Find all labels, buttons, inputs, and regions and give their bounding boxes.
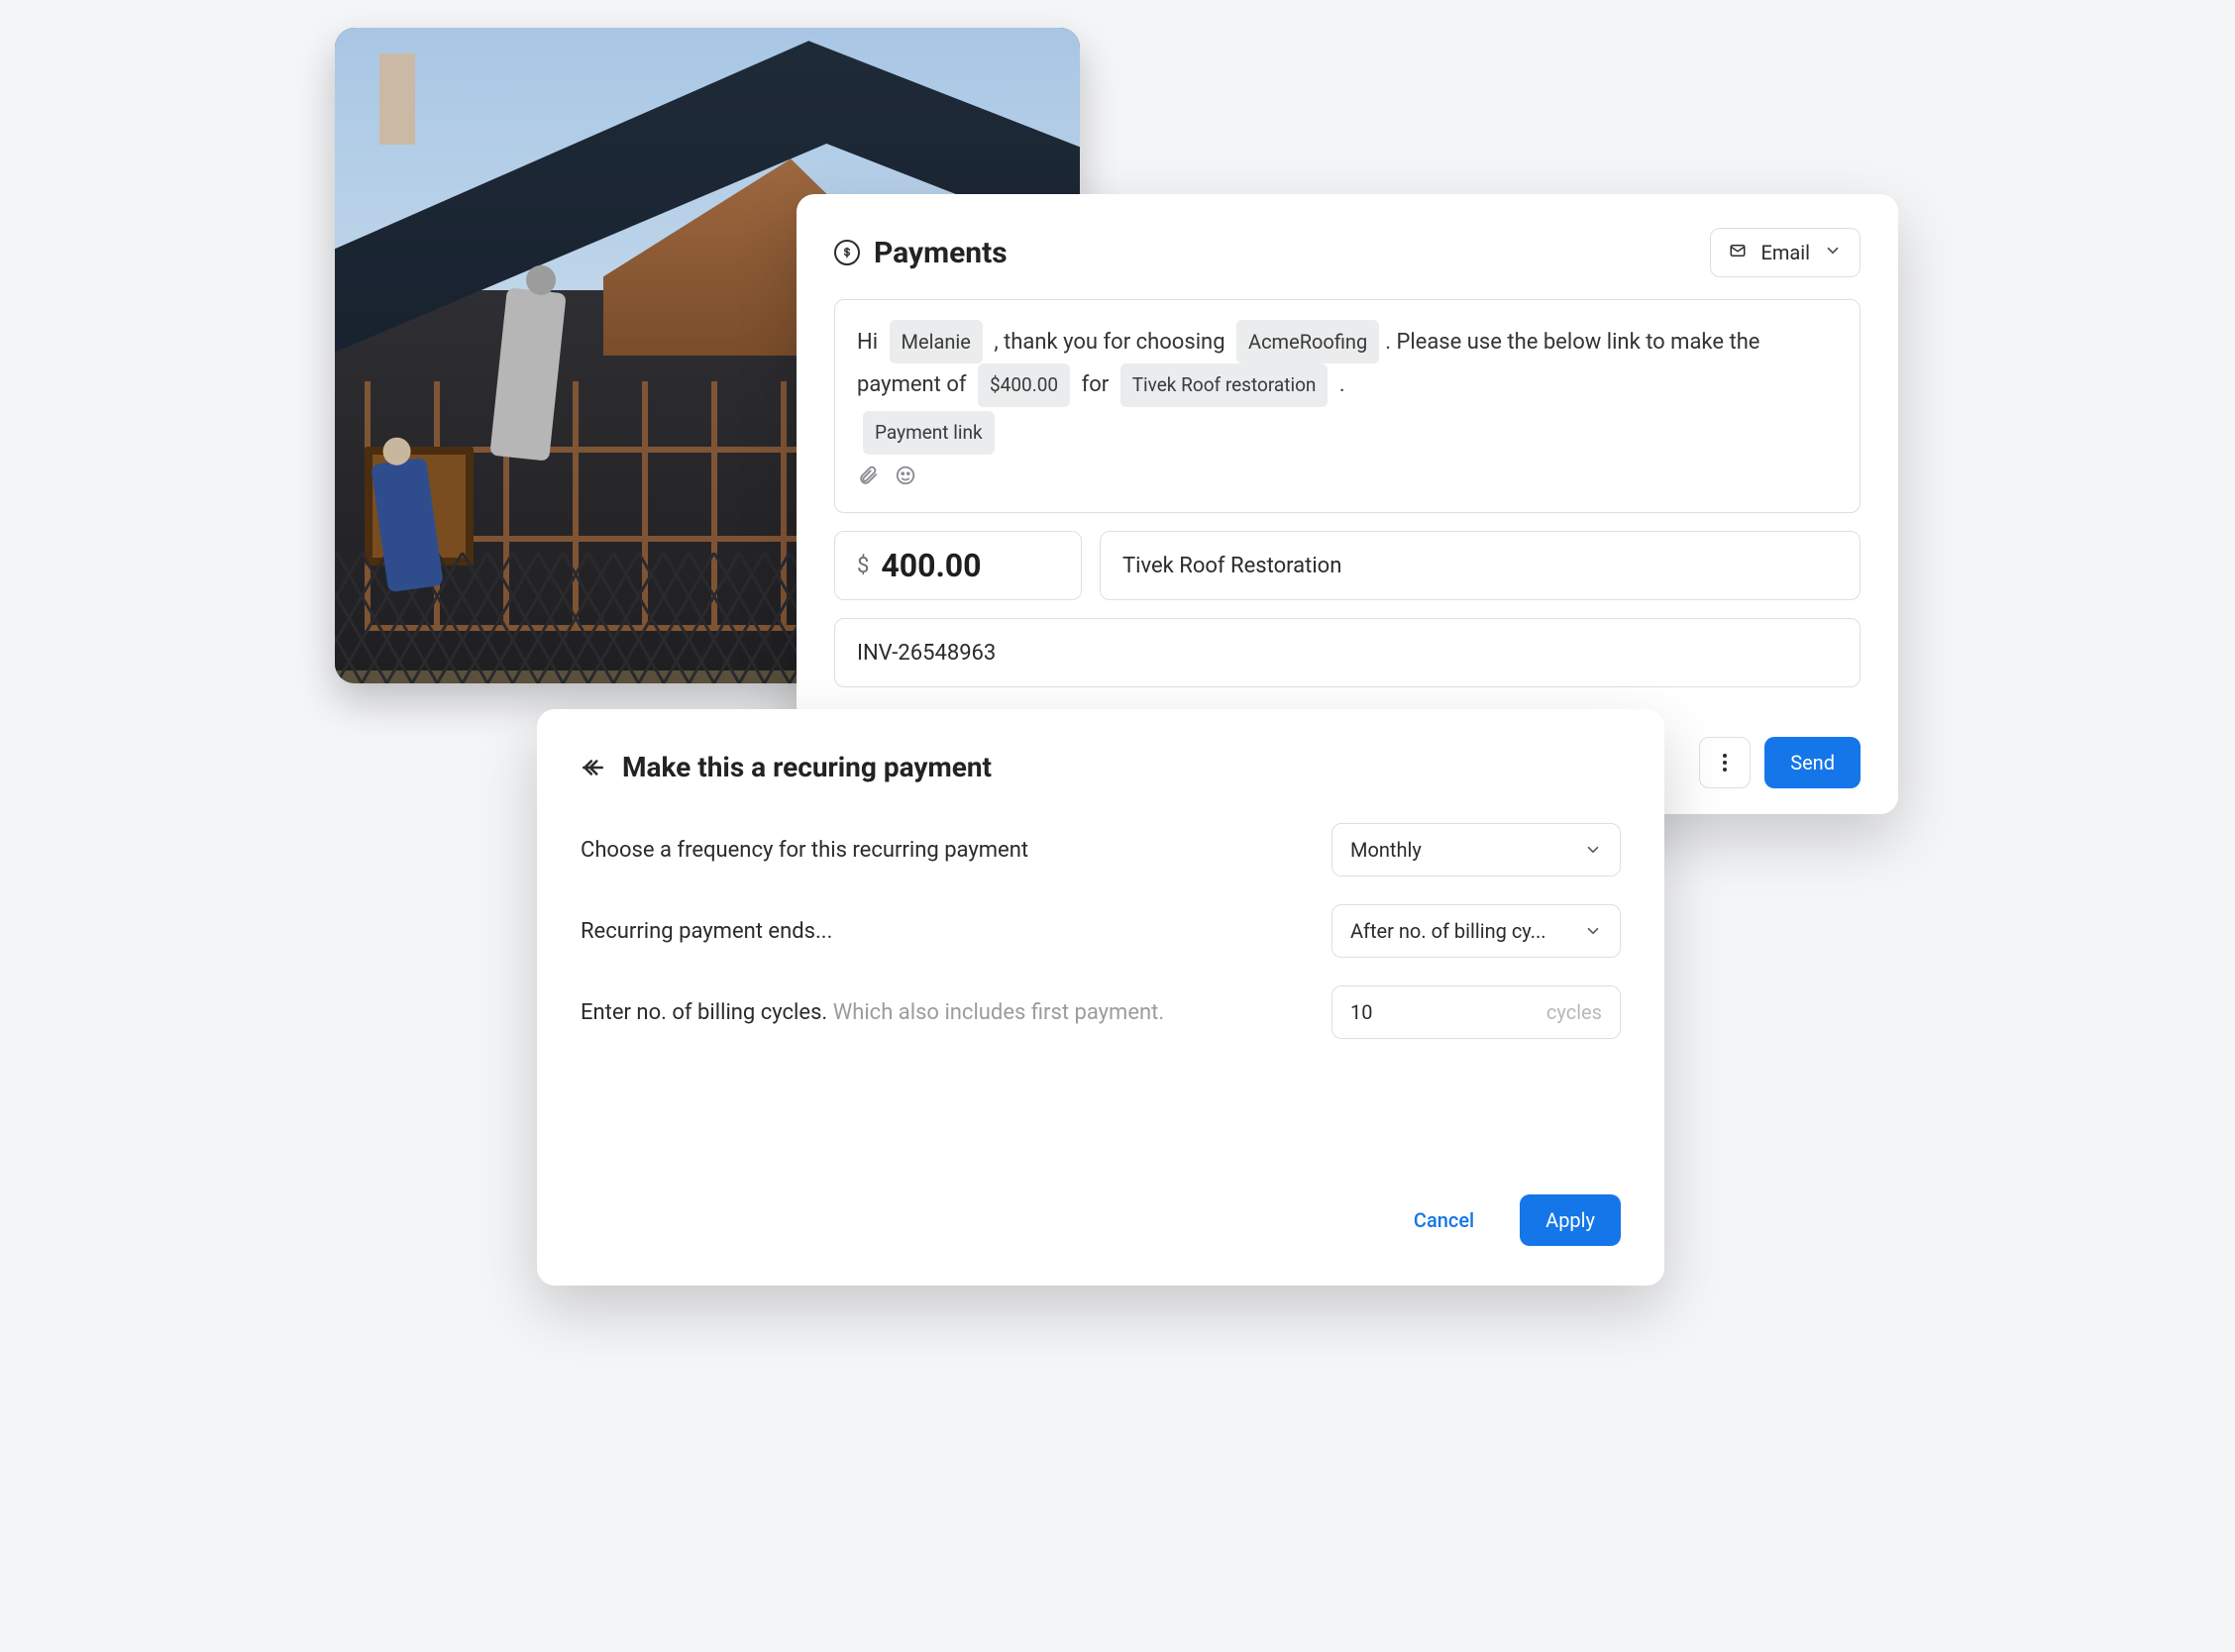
dollar-circle-icon [834,240,860,265]
description-field[interactable]: Tivek Roof Restoration [1100,531,1861,600]
apply-button[interactable]: Apply [1520,1194,1621,1246]
msg-text: . [1339,372,1345,397]
description-value: Tivek Roof Restoration [1122,554,1341,578]
send-button[interactable]: Send [1764,737,1861,788]
channel-dropdown[interactable]: Email [1710,228,1861,277]
channel-label: Email [1760,241,1810,264]
cycles-label: Enter no. of billing cycles. Which also … [581,1000,1164,1025]
amount-field[interactable]: $ 400.00 [834,531,1082,600]
chip-job[interactable]: Tivek Roof restoration [1120,363,1329,407]
cycles-hint: Which also includes first payment. [833,1000,1164,1025]
cancel-button[interactable]: Cancel [1388,1194,1500,1246]
emoji-icon[interactable] [895,461,916,500]
chevron-down-icon [1584,841,1602,859]
chip-payment-link[interactable]: Payment link [863,411,995,455]
msg-text: Hi [857,330,878,355]
cycles-input[interactable]: 10 cycles [1331,985,1621,1039]
chevron-down-icon [1584,922,1602,940]
invoice-field[interactable]: INV-26548963 [834,618,1861,687]
ends-label: Recurring payment ends... [581,919,832,944]
payments-title: Payments [874,236,1008,270]
mail-icon [1729,241,1747,264]
recurring-title: Make this a recuring payment [622,751,992,783]
attachment-icon[interactable] [857,461,879,500]
frequency-select[interactable]: Monthly [1331,823,1621,877]
msg-text: for [1082,372,1110,397]
frequency-value: Monthly [1350,838,1422,862]
more-options-button[interactable] [1699,737,1751,788]
ends-value: After no. of billing cy... [1350,919,1546,943]
chip-customer-name[interactable]: Melanie [890,320,983,363]
message-editor[interactable]: Hi Melanie , thank you for choosing Acme… [834,299,1861,513]
msg-text: , thank you for choosing [994,330,1224,355]
cycles-suffix: cycles [1546,1000,1602,1024]
currency-symbol: $ [857,554,869,578]
chip-company[interactable]: AcmeRoofing [1236,320,1379,363]
chevron-down-icon [1824,241,1842,264]
frequency-label: Choose a frequency for this recurring pa… [581,838,1028,863]
cycles-value: 10 [1350,1000,1372,1024]
back-arrow-icon[interactable] [581,755,606,780]
ends-select[interactable]: After no. of billing cy... [1331,904,1621,958]
invoice-value: INV-26548963 [857,641,996,666]
amount-value: 400.00 [881,547,981,584]
recurring-card: Make this a recuring payment Choose a fr… [537,709,1664,1286]
chip-amount[interactable]: $400.00 [978,363,1070,407]
